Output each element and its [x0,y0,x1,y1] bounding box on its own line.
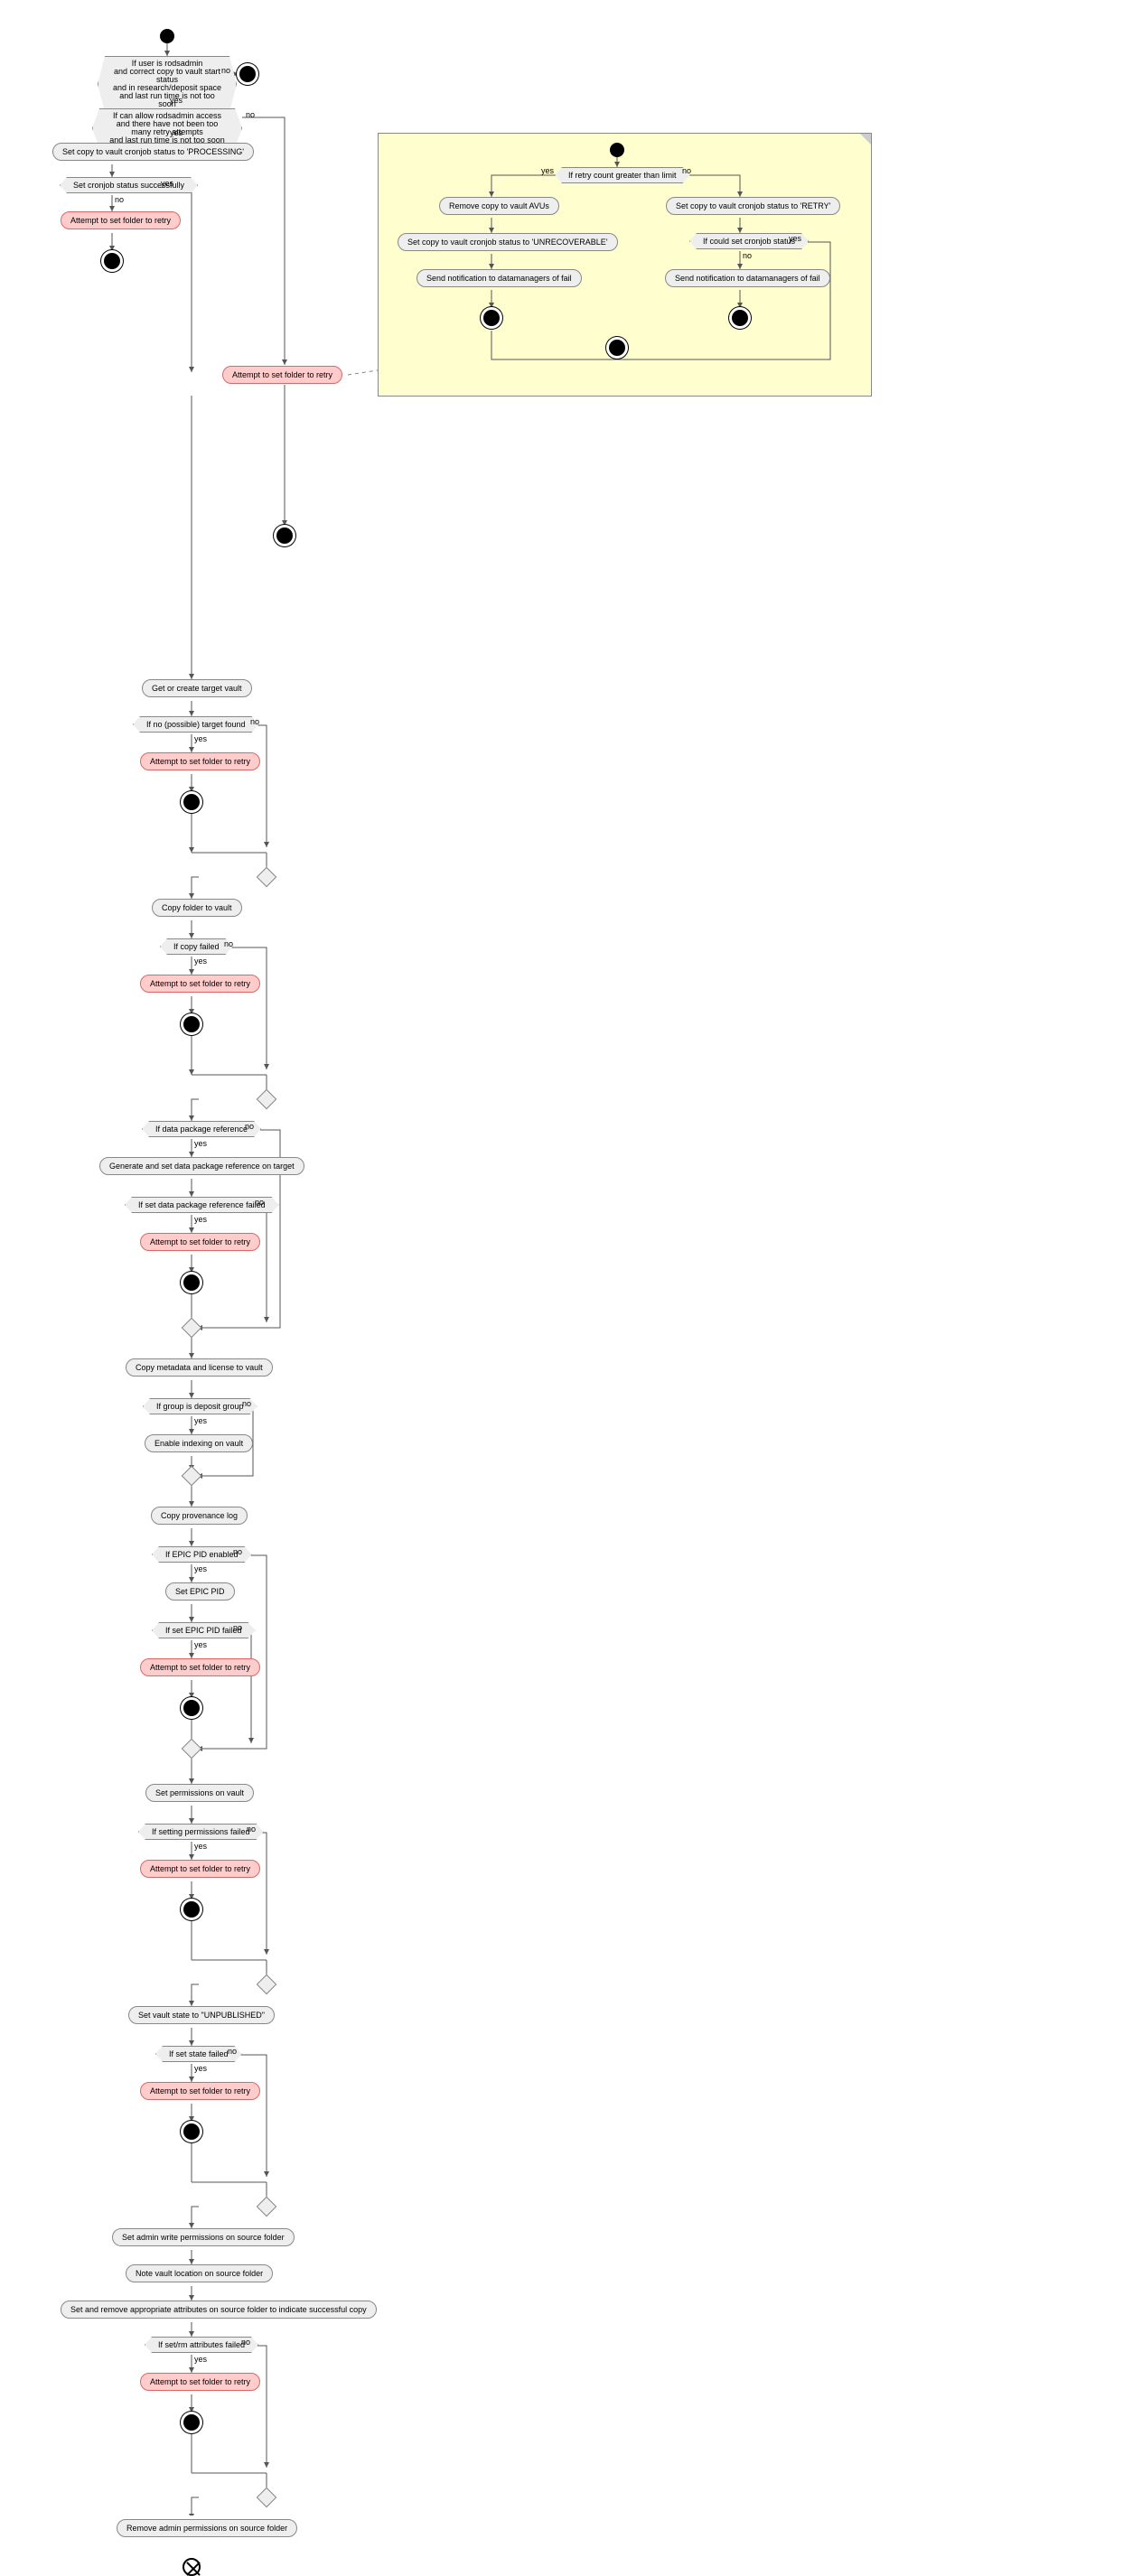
decision-no-target: If no (possible) target found [133,716,259,733]
merge-6 [257,1974,277,1995]
decision-perms-failed: If setting permissions failed [138,1824,264,1840]
start-node [160,29,174,43]
note-end-2 [732,310,748,326]
decision-set-success: Set cronjob status successfully [60,177,198,193]
decision-copy-failed: If copy failed [160,938,233,955]
copy-folder: Copy folder to vault [152,899,242,917]
retry-7: Attempt to set folder to retry [140,2082,260,2100]
end-node-8 [183,2123,200,2140]
set-retry: Set copy to vault cronjob status to 'RET… [666,197,840,215]
label-no: no [228,2047,237,2056]
set-epic: Set EPIC PID [165,1582,235,1601]
label-yes: yes [194,1842,207,1851]
merge-5 [182,1739,202,1759]
copy-meta: Copy metadata and license to vault [126,1358,273,1377]
label-yes: yes [194,1640,207,1649]
label-yes: yes [194,957,207,966]
retry-2: Attempt to set folder to retry [140,752,260,770]
retry-6: Attempt to set folder to retry [140,1860,260,1878]
end-node-2 [104,253,120,269]
decision-retry-limit: If retry count greater than limit [555,167,690,183]
merge-4 [182,1466,202,1487]
label-no: no [255,1198,264,1207]
set-processing: Set copy to vault cronjob status to 'PRO… [52,143,254,161]
retry-3: Attempt to set folder to retry [140,975,260,993]
merge-1 [257,867,277,888]
note-end-3 [609,340,625,356]
merge-3 [182,1318,202,1339]
decision-deposit: If group is deposit group [143,1398,257,1414]
label-no: no [682,166,691,175]
label-yes: yes [194,1215,207,1224]
set-unpub: Set vault state to "UNPUBLISHED" [128,2006,275,2024]
end-node-7 [183,1901,200,1918]
decision-data-pkg: If data package reference [142,1121,261,1137]
end-node-side [276,527,293,544]
label-yes: yes [170,128,183,137]
label-no: no [233,1547,242,1556]
label-no: no [246,110,255,119]
gen-ref: Generate and set data package reference … [99,1157,304,1175]
label-no: no [224,939,233,948]
end-node-1 [239,66,256,82]
label-no: no [115,195,124,204]
final-end [183,2558,201,2576]
retry-1: Attempt to set folder to retry [61,211,181,229]
note-end-1 [483,310,500,326]
label-yes: yes [194,1416,207,1425]
remove-avus: Remove copy to vault AVUs [439,197,559,215]
retry-8: Attempt to set folder to retry [140,2373,260,2391]
label-yes: yes [161,179,173,188]
label-no: no [245,1122,254,1131]
end-node-3 [183,794,200,810]
notify-2: Send notification to datamanagers of fai… [665,269,830,287]
label-yes: yes [194,734,207,743]
copy-prov: Copy provenance log [151,1507,248,1525]
end-node-9 [183,2414,200,2431]
note-retry-subflow: If retry count greater than limit yes no… [378,133,872,397]
retry-5: Attempt to set folder to retry [140,1658,260,1676]
merge-2 [257,1089,277,1110]
label-yes: yes [194,2064,207,2073]
label-yes: yes [194,2355,207,2364]
end-node-4 [183,1016,200,1032]
set-perms: Set permissions on vault [145,1784,254,1802]
merge-8 [257,2487,277,2508]
note-loc: Note vault location on source folder [126,2264,273,2282]
set-attrs: Set and remove appropriate attributes on… [61,2301,377,2319]
label-yes: yes [170,96,183,105]
get-target: Get or create target vault [142,679,252,697]
label-no: no [247,1825,256,1834]
label-yes: yes [194,1139,207,1148]
enable-index: Enable indexing on vault [145,1434,253,1452]
label-no: no [221,66,230,75]
end-node-6 [183,1700,200,1716]
set-unrec: Set copy to vault cronjob status to 'UNR… [398,233,618,251]
label-no: no [233,1623,242,1632]
admin-write: Set admin write permissions on source fo… [112,2228,295,2246]
label-no: no [743,251,752,260]
notify-1: Send notification to datamanagers of fai… [417,269,582,287]
merge-7 [257,2197,277,2217]
end-node-5 [183,1274,200,1291]
retry-4: Attempt to set folder to retry [140,1233,260,1251]
label-yes: yes [541,166,554,175]
label-yes: yes [789,234,801,243]
decision-rodsadmin: If user is rodsadmin and correct copy to… [98,56,237,112]
note-start [610,143,624,157]
retry-side: Attempt to set folder to retry [222,366,342,384]
label-no: no [250,717,259,726]
remove-admin: Remove admin permissions on source folde… [117,2519,297,2537]
label-yes: yes [194,1564,207,1573]
label-no: no [241,2338,250,2347]
label-no: no [242,1399,251,1408]
flowchart-diagram: If user is rodsadmin and correct copy to… [18,18,1142,2515]
